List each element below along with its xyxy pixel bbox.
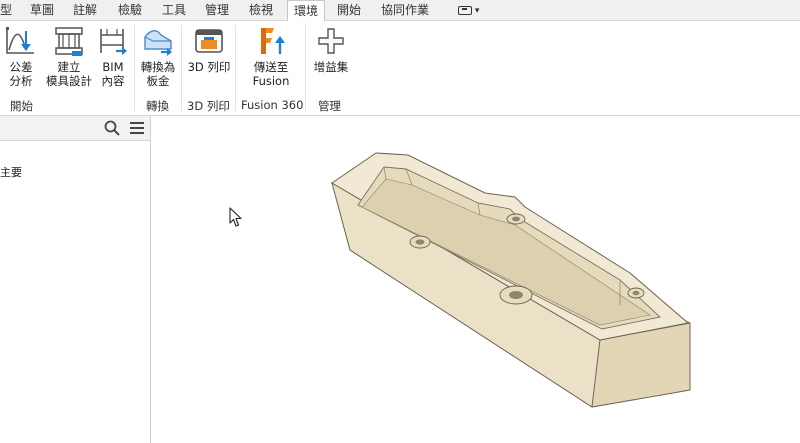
plus-icon (318, 28, 344, 54)
tab-model[interactable]: 型 (0, 0, 12, 21)
bim-content-icon (100, 29, 127, 55)
bim-content-label-2: 內容 (101, 74, 125, 88)
panel-separator (134, 25, 135, 111)
bim-content-button[interactable]: BIM 內容 (96, 25, 130, 88)
tab-environments[interactable]: 環境 (287, 0, 326, 22)
browser-header (0, 116, 150, 141)
tab-annotate[interactable]: 註解 (73, 0, 97, 21)
tab-tools[interactable]: 工具 (162, 0, 186, 21)
mouse-cursor-icon (229, 207, 242, 227)
send-to-fusion-label-1: 傳送至 (253, 60, 289, 74)
sheetmetal-convert-icon (144, 30, 172, 56)
convert-sheetmetal-label-1: 轉換為 (140, 60, 176, 74)
search-icon[interactable] (104, 120, 120, 136)
model-browser: 主要 (0, 116, 151, 443)
convert-sheetmetal-label-2: 板金 (146, 74, 170, 88)
tolerance-analysis-button[interactable]: 公差 分析 (4, 25, 38, 88)
send-to-fusion-label-2: Fusion (252, 74, 290, 88)
mold-design-label-1: 建立 (57, 60, 81, 74)
tab-sketch[interactable]: 草圖 (30, 0, 54, 21)
tolerance-analysis-icon (6, 27, 34, 54)
convert-sheetmetal-button[interactable]: 轉換為 板金 (138, 25, 178, 88)
panel-label-convert: 轉換 (146, 99, 169, 113)
panel-label-start: 開始 (10, 99, 33, 113)
panel-label-fusion360: Fusion 360 (241, 98, 304, 112)
panel-separator (235, 25, 236, 111)
add-ins-button[interactable]: 增益集 (311, 25, 351, 74)
hamburger-menu-icon[interactable] (130, 122, 144, 134)
ribbon: 公差 分析 建立 模具設計 BIM 內容 轉換為 板金 3D 列印 傳送至 Fu… (0, 21, 800, 116)
fusion-logo-icon (261, 28, 285, 54)
tab-view[interactable]: 檢視 (249, 0, 273, 21)
panel-separator (181, 25, 182, 111)
tab-inspect[interactable]: 檢驗 (118, 0, 142, 21)
add-ins-label: 增益集 (313, 60, 349, 74)
panel-label-manage: 管理 (318, 99, 341, 113)
mold-design-label-2: 模具設計 (46, 74, 92, 88)
panel-separator (305, 25, 306, 111)
printer-3d-icon (195, 29, 223, 53)
send-to-fusion-button[interactable]: 傳送至 Fusion (246, 25, 296, 88)
tab-manage[interactable]: 管理 (205, 0, 229, 21)
print-3d-button[interactable]: 3D 列印 (186, 25, 232, 74)
browser-item-primary[interactable]: 主要 (0, 164, 22, 180)
mold-design-icon (55, 27, 83, 56)
tab-collaborate[interactable]: 協同作業 (381, 0, 429, 21)
tab-get-started[interactable]: 開始 (337, 0, 361, 21)
tolerance-analysis-label-2: 分析 (9, 74, 33, 88)
ribbon-tab-bar: 型 草圖 註解 檢驗 工具 管理 檢視 環境 開始 協同作業 ▾ (0, 0, 800, 22)
bim-content-label-1: BIM (102, 60, 124, 74)
mold-design-button[interactable]: 建立 模具設計 (44, 25, 94, 88)
part-model[interactable] (320, 145, 700, 415)
tolerance-analysis-label-1: 公差 (9, 60, 33, 74)
tray-dropdown-icon[interactable]: ▾ (458, 4, 484, 18)
print-3d-label: 3D 列印 (187, 60, 231, 74)
panel-label-print3d: 3D 列印 (187, 99, 230, 113)
